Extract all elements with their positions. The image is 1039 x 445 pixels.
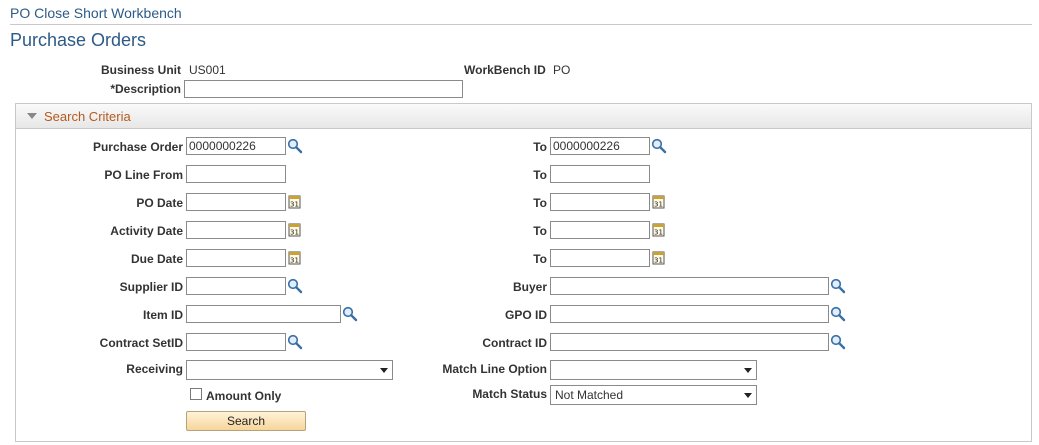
amount-only-checkbox[interactable] — [190, 388, 202, 400]
supplier-id-input[interactable] — [186, 277, 286, 295]
contract-id-lookup-icon[interactable] — [830, 334, 846, 350]
collapse-triangle-icon[interactable] — [27, 113, 37, 119]
purchase-order-to-input[interactable] — [550, 137, 650, 155]
item-id-lookup-icon[interactable] — [342, 306, 358, 322]
search-criteria-title: Search Criteria — [44, 109, 131, 124]
purchase-order-to-label: To — [533, 140, 547, 154]
business-unit-value: US001 — [189, 63, 226, 77]
gpo-id-label: GPO ID — [504, 308, 547, 322]
workbench-id-label: WorkBench ID — [464, 63, 546, 77]
contract-id-label: Contract ID — [482, 336, 547, 350]
activity-date-from-calendar-icon[interactable] — [287, 222, 303, 238]
purchase-order-label: Purchase Order — [92, 140, 183, 154]
po-date-to-input[interactable] — [550, 193, 650, 211]
activity-date-to-label: To — [533, 224, 547, 238]
due-date-to-label: To — [533, 252, 547, 266]
purchase-order-from-lookup-icon[interactable] — [287, 138, 303, 154]
search-button[interactable]: Search — [186, 411, 306, 431]
chevron-down-icon — [744, 368, 752, 373]
activity-date-label: Activity Date — [110, 224, 183, 238]
po-date-from-calendar-icon[interactable] — [287, 194, 303, 210]
contract-setid-label: Contract SetID — [99, 336, 183, 350]
match-status-label: Match Status — [472, 387, 547, 401]
po-date-to-label: To — [533, 196, 547, 210]
page-title: Purchase Orders — [10, 30, 147, 50]
po-date-label: PO Date — [136, 196, 183, 210]
match-status-value: Not Matched — [555, 388, 624, 402]
description-label: *Description — [110, 82, 181, 96]
supplier-id-lookup-icon[interactable] — [287, 278, 303, 294]
item-id-label: Item ID — [142, 308, 183, 322]
po-line-from-label: PO Line From — [104, 168, 183, 182]
match-line-option-select[interactable] — [550, 360, 757, 380]
activity-date-to-input[interactable] — [550, 221, 650, 239]
buyer-input[interactable] — [550, 277, 829, 295]
due-date-to-calendar-icon[interactable] — [651, 250, 667, 266]
amount-only-label: Amount Only — [206, 389, 282, 403]
activity-date-from-input[interactable] — [186, 221, 286, 239]
match-status-select[interactable]: Not Matched — [550, 385, 757, 405]
buyer-label: Buyer — [512, 280, 547, 294]
header-divider — [10, 24, 1032, 25]
contract-id-input[interactable] — [550, 333, 829, 351]
buyer-lookup-icon[interactable] — [830, 278, 846, 294]
contract-setid-lookup-icon[interactable] — [287, 334, 303, 350]
search-criteria-header[interactable]: Search Criteria — [16, 104, 1031, 129]
due-date-label: Due Date — [130, 252, 183, 266]
gpo-id-input[interactable] — [550, 305, 829, 323]
chevron-down-icon — [744, 393, 752, 398]
receiving-select[interactable] — [186, 360, 393, 380]
match-line-option-label: Match Line Option — [442, 362, 547, 376]
due-date-from-input[interactable] — [186, 249, 286, 267]
receiving-label: Receiving — [126, 362, 183, 376]
due-date-to-input[interactable] — [550, 249, 650, 267]
contract-setid-input[interactable] — [186, 333, 286, 351]
item-id-input[interactable] — [186, 305, 341, 323]
business-unit-label: Business Unit — [100, 63, 181, 77]
po-line-to-label: To — [533, 168, 547, 182]
chevron-down-icon — [380, 368, 388, 373]
due-date-from-calendar-icon[interactable] — [287, 250, 303, 266]
activity-date-to-calendar-icon[interactable] — [651, 222, 667, 238]
po-date-from-input[interactable] — [186, 193, 286, 211]
breadcrumb: PO Close Short Workbench — [10, 5, 182, 21]
po-line-to-input[interactable] — [550, 165, 650, 183]
purchase-order-to-lookup-icon[interactable] — [651, 138, 667, 154]
po-line-from-input[interactable] — [186, 165, 286, 183]
purchase-order-from-input[interactable] — [186, 137, 286, 155]
po-date-to-calendar-icon[interactable] — [651, 194, 667, 210]
workbench-id-value: PO — [553, 63, 571, 77]
supplier-id-label: Supplier ID — [119, 280, 183, 294]
description-input[interactable] — [184, 80, 463, 98]
gpo-id-lookup-icon[interactable] — [830, 306, 846, 322]
